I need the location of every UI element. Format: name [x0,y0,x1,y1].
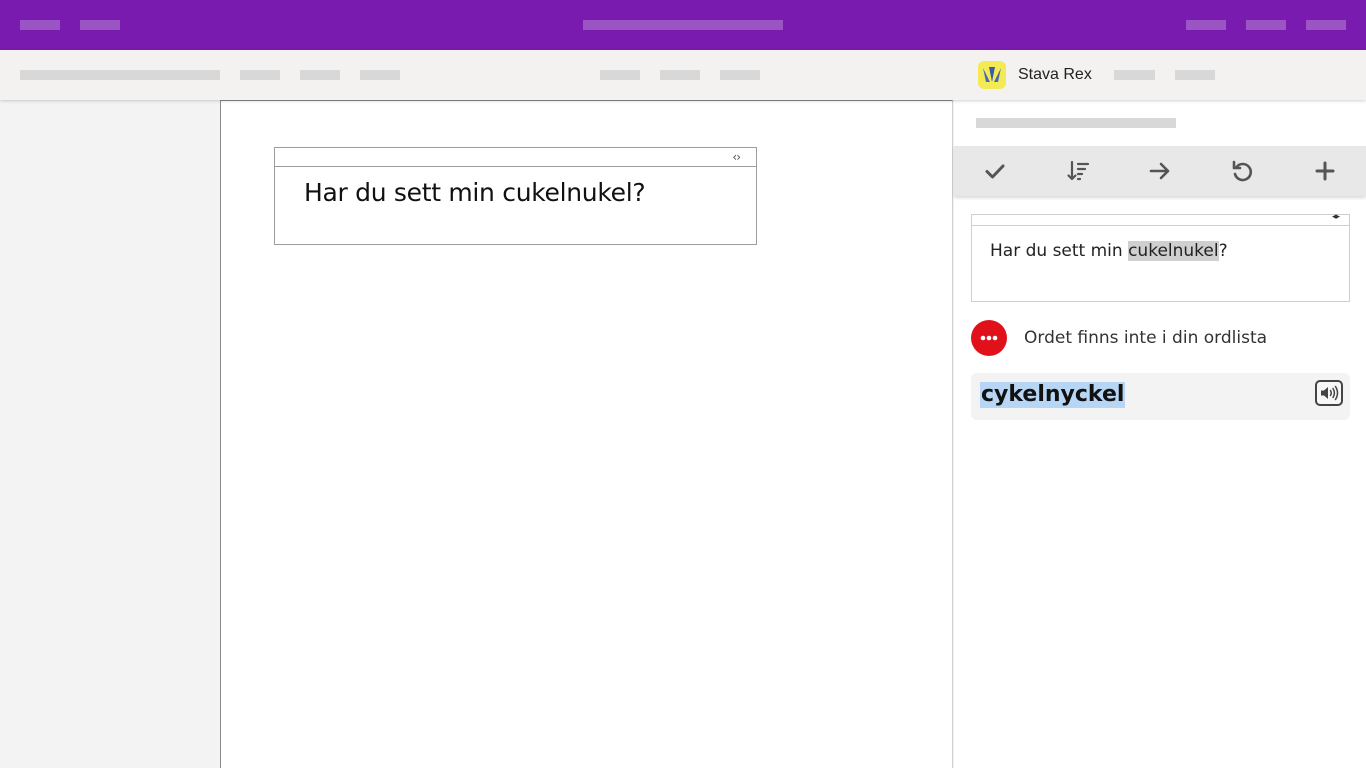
document-area: ‹› Har du sett min cukelnukel? [0,100,954,768]
window-title-placeholder [583,20,783,30]
next-button[interactable] [1119,146,1201,196]
text-box-header: ‹› [275,148,756,167]
ribbon-item-placeholder[interactable] [360,70,400,80]
suggestion-word[interactable]: cykelnyckel [980,382,1126,408]
title-bar-item-placeholder[interactable] [80,20,120,30]
pane-toolbar [954,146,1366,196]
status-message: Ordet finns inte i din ordlista [1024,328,1268,348]
pane-text-box[interactable]: ◂▸ Har du sett min cukelnukel? [971,212,1350,302]
document-text-box[interactable]: ‹› Har du sett min cukelnukel? [274,147,757,245]
sort-icon [1066,160,1089,181]
addin-header[interactable]: Stava Rex [978,61,1092,89]
add-to-dictionary-button[interactable] [1284,146,1366,196]
title-bar [0,0,1366,50]
ribbon-item-placeholder[interactable] [600,70,640,80]
error-dots-icon [971,320,1007,356]
ribbon-item-placeholder[interactable] [720,70,760,80]
check-icon [985,164,1005,179]
misspelled-word[interactable]: cukelnukel [1128,241,1219,261]
sentence-before: Har du sett min [990,241,1129,261]
ribbon-item-placeholder[interactable] [20,70,220,80]
ribbon-item-placeholder[interactable] [240,70,280,80]
task-pane: ◂▸ Har du sett min cukelnukel? Ordet fin… [954,100,1366,768]
title-bar-item-placeholder[interactable] [1186,20,1226,30]
title-bar-item-placeholder[interactable] [20,20,60,30]
title-bar-item-placeholder[interactable] [1246,20,1286,30]
ribbon: Stava Rex [0,50,1366,100]
ribbon-item-placeholder[interactable] [1114,70,1155,80]
document-page[interactable]: ‹› Har du sett min cukelnukel? [220,100,953,768]
addin-name: Stava Rex [1018,66,1092,83]
pane-sentence: Har du sett min cukelnukel? [990,241,1228,261]
undo-icon [1233,160,1253,182]
accept-button[interactable] [954,146,1036,196]
ribbon-item-placeholder[interactable] [660,70,700,80]
title-bar-item-placeholder[interactable] [1306,20,1346,30]
suggestion-item[interactable]: cykelnyckel [971,373,1350,420]
pane-title-placeholder [976,118,1176,128]
status-row: Ordet finns inte i din ordlista [971,320,1267,356]
document-text[interactable]: Har du sett min cukelnukel? [304,178,646,207]
pane-text-box-header: ◂▸ [972,212,1349,226]
ribbon-item-placeholder[interactable] [1175,70,1215,80]
expand-toggle-icon[interactable]: ◂▸ [1332,212,1340,222]
sentence-after: ? [1218,241,1228,261]
ribbon-item-placeholder[interactable] [300,70,340,80]
arrow-right-icon [1149,162,1170,180]
stava-rex-logo-icon [978,61,1006,89]
sort-button[interactable] [1036,146,1118,196]
speak-button[interactable] [1315,380,1343,406]
speaker-icon [1321,385,1339,401]
plus-icon [1315,161,1335,181]
undo-button[interactable] [1201,146,1283,196]
code-toggle-icon[interactable]: ‹› [732,150,741,164]
